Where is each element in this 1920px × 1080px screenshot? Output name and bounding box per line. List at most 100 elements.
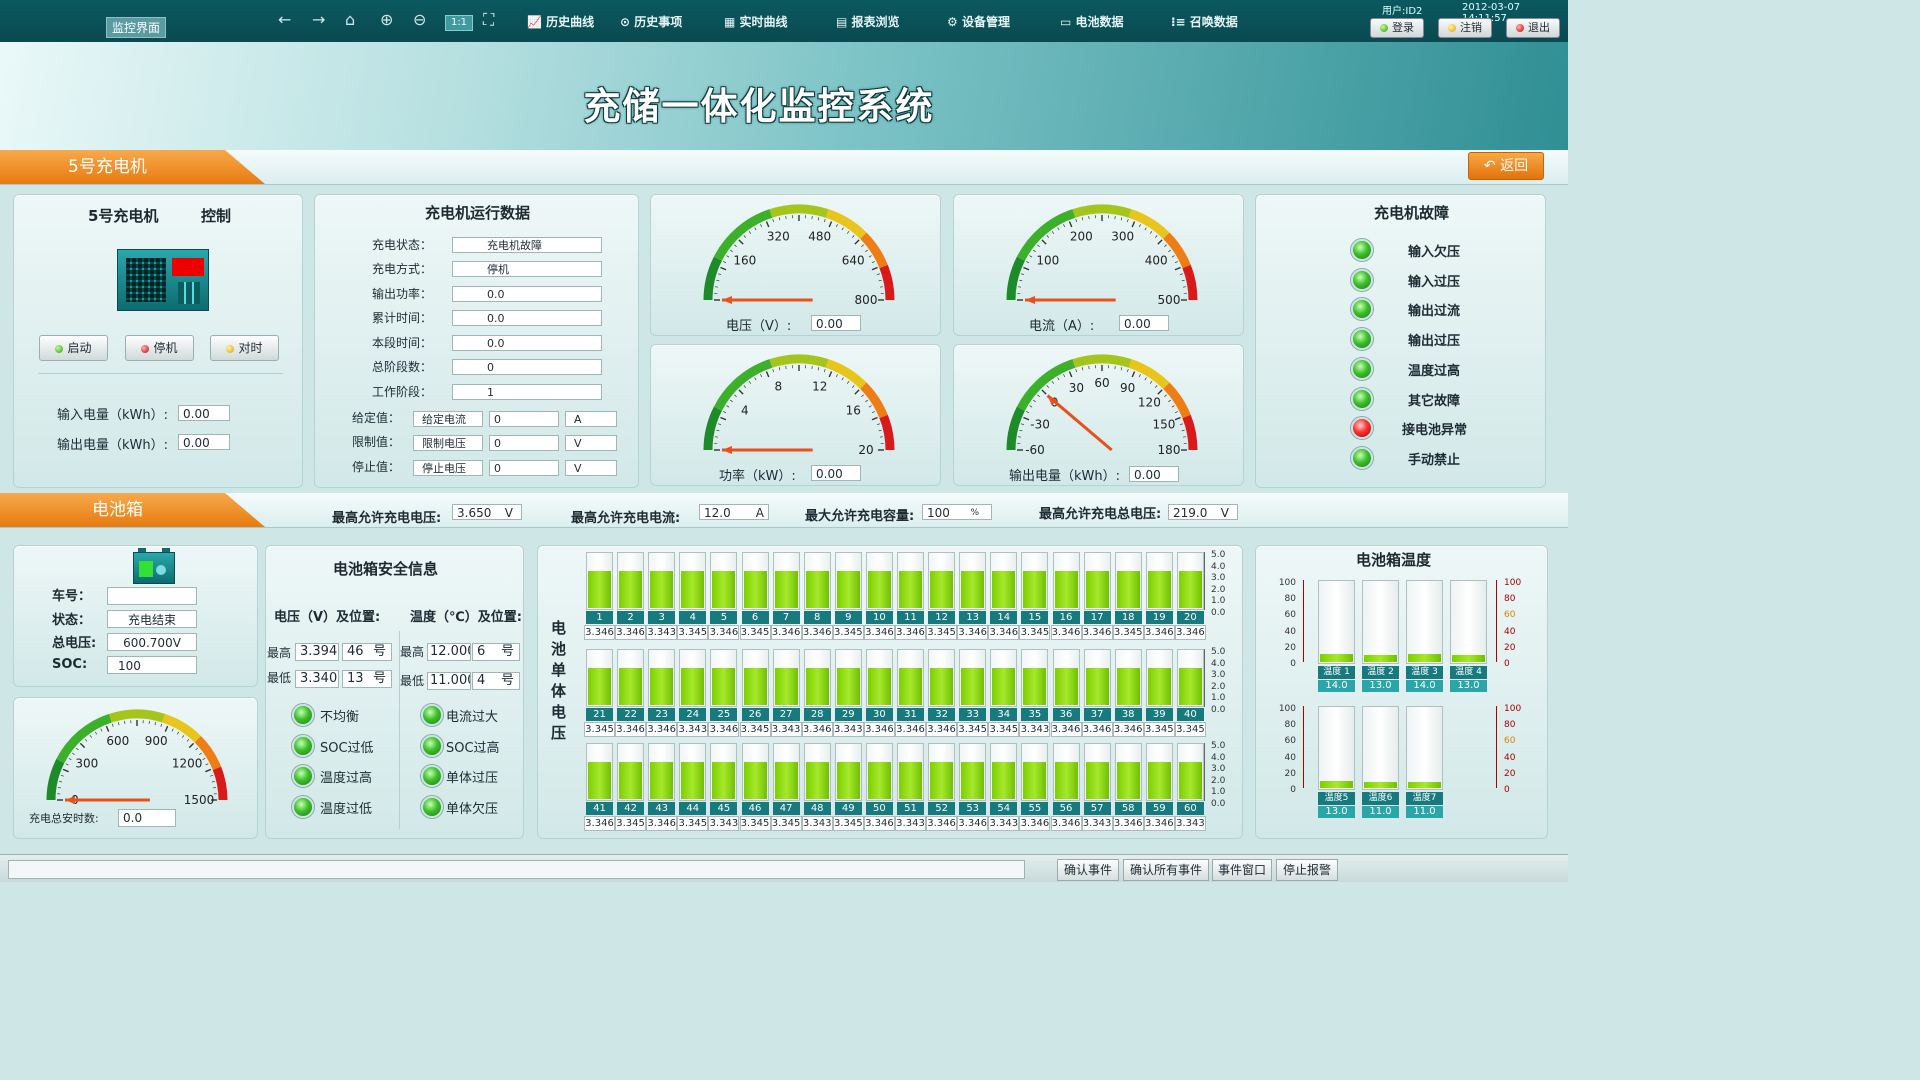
cell-voltage-value: 3.346: [1143, 625, 1175, 640]
fault-indicator-led: [1351, 328, 1373, 351]
cell-number: 22: [617, 708, 645, 721]
gauge-tick: [716, 429, 720, 432]
fit-screen-icon[interactable]: ⛶: [483, 10, 494, 30]
menu-realtime-curve[interactable]: ▦ 实时曲线: [724, 13, 788, 30]
cell-scale-tick: 4.0: [1211, 752, 1226, 763]
cell-number: 30: [865, 708, 893, 721]
menu-history-curve[interactable]: 📈 历史曲线: [527, 13, 594, 30]
gauge-tick: [760, 374, 763, 378]
confirm-all-events-button[interactable]: 确认所有事件: [1123, 859, 1209, 881]
cell-bar-fill: [867, 762, 891, 799]
cell-bar-fill: [930, 668, 954, 705]
cell-bar: [1083, 649, 1111, 707]
cell-number: 47: [772, 802, 800, 815]
menu-call-data[interactable]: ⁝≡ 召唤数据: [1171, 13, 1238, 30]
temp-scale-left: 0: [1290, 785, 1296, 795]
cell-bar: [679, 743, 707, 801]
cell-bar: [803, 552, 831, 610]
temp-scale-right: 60: [1504, 610, 1516, 621]
set-label: 限制值：: [352, 435, 401, 449]
start-button[interactable]: 启动: [39, 335, 108, 361]
v-min-pos-field: 13 号: [342, 670, 392, 688]
gauge-tick: [68, 757, 72, 761]
monitor-tab[interactable]: 监控界面: [106, 17, 167, 38]
logout-button[interactable]: 注销: [1438, 18, 1492, 38]
event-window-button[interactable]: 事件窗口: [1212, 859, 1272, 881]
state-label: 状态：: [52, 613, 92, 628]
gauge-arc: [212, 766, 228, 801]
temp-sensor-label: 温度 1: [1318, 666, 1355, 679]
menu-battery-data[interactable]: ▭ 电池数据: [1060, 13, 1124, 30]
cell-voltage-value: 3.343: [770, 722, 802, 737]
alarm-label: 温度过高: [320, 771, 373, 786]
cell-number: 44: [679, 802, 707, 815]
set-value-input[interactable]: 0: [489, 435, 559, 451]
gauge-tick: [854, 389, 860, 395]
login-button[interactable]: 登录: [1370, 18, 1424, 38]
menu-report-browse[interactable]: ▤ 报表浏览: [836, 13, 900, 30]
cell-bar: [741, 743, 769, 801]
set-value-input[interactable]: 0: [489, 460, 559, 476]
home-icon[interactable]: ⌂: [345, 10, 355, 29]
gauge-tick: [846, 381, 850, 384]
temp-scale-right: 20: [1504, 768, 1516, 779]
cell-number: 17: [1083, 611, 1111, 624]
gauge-tick: [1181, 279, 1185, 282]
sync-time-button[interactable]: 对时: [210, 335, 279, 361]
cell-bar-fill: [836, 762, 860, 799]
back-label: 返回: [1500, 158, 1529, 174]
zoom-in-icon[interactable]: ⊕: [380, 10, 393, 29]
battery-temp-panel: 电池箱温度 温度 1 14.0 温度 2 13.0 温度 3 14.0 温度 4 13.0 温度…: [1255, 545, 1548, 839]
cell-number: 13: [959, 611, 987, 624]
red-dot-icon: [1516, 24, 1524, 32]
gauge-tick: [1131, 371, 1136, 378]
set-value-input[interactable]: 0: [489, 411, 559, 427]
stop-alarm-button[interactable]: 停止报警: [1276, 859, 1338, 881]
gauge-tick: [1164, 244, 1167, 248]
back-button[interactable]: ↶ 返回: [1468, 152, 1544, 180]
gauge-tick: [723, 261, 727, 264]
power-value: 0.00: [811, 465, 861, 481]
gauge-arc: [879, 414, 895, 451]
cell-bar: [648, 743, 676, 801]
gauge-tick: [743, 235, 747, 238]
input-energy-field: 0.00: [178, 405, 230, 421]
cell-voltage-value: 3.346: [1081, 722, 1113, 737]
gauge-tick: [1181, 429, 1185, 432]
exit-button[interactable]: 退出: [1506, 18, 1560, 38]
zoom-reset-button[interactable]: 1:1: [445, 15, 473, 31]
gauge-tick: [1157, 239, 1163, 245]
alarm-label: 电流过大: [446, 710, 499, 725]
zoom-out-icon[interactable]: ⊖: [413, 10, 426, 29]
gauge-tick-label: 300: [1111, 229, 1134, 243]
stop-button[interactable]: 停机: [125, 335, 194, 361]
v-max-pos: 46: [347, 644, 364, 659]
cell-bar: [897, 552, 924, 610]
forward-arrow-icon[interactable]: →: [312, 10, 325, 29]
back-arrow-icon[interactable]: ←: [278, 10, 291, 29]
power-label: 功率（kW）:: [719, 469, 796, 484]
cell-number: 57: [1083, 802, 1111, 815]
gauge-tick: [1057, 377, 1060, 381]
cell-bar-fill: [650, 762, 674, 799]
gauge-tick: [205, 768, 212, 773]
cell-voltage-value: 3.345: [615, 816, 647, 831]
cell-bar-fill: [588, 571, 611, 608]
confirm-event-button[interactable]: 确认事件: [1057, 859, 1119, 881]
cell-bar-fill: [650, 668, 674, 705]
menu-history-events[interactable]: ⊙ 历史事项: [620, 13, 682, 30]
cell-number: 48: [803, 802, 831, 815]
gauge-tick: [1037, 244, 1040, 248]
yellow-dot-icon: [226, 345, 235, 353]
menu-device-manage[interactable]: ⚙ 设备管理: [947, 13, 1010, 30]
gauge-tick: [1068, 371, 1073, 378]
cell-scale-tick: 3.0: [1211, 764, 1226, 774]
cell-bar-fill: [1085, 668, 1109, 705]
gauge-tick: [100, 728, 103, 732]
run-data-value: 0.0: [452, 310, 602, 326]
alarm-label: 温度过低: [320, 801, 373, 817]
cell-bar: [1021, 743, 1049, 801]
temp-scale-right: 60: [1504, 736, 1516, 747]
gauge-tick: [1068, 221, 1073, 228]
cell-scale-tick: 1.0: [1211, 693, 1226, 703]
